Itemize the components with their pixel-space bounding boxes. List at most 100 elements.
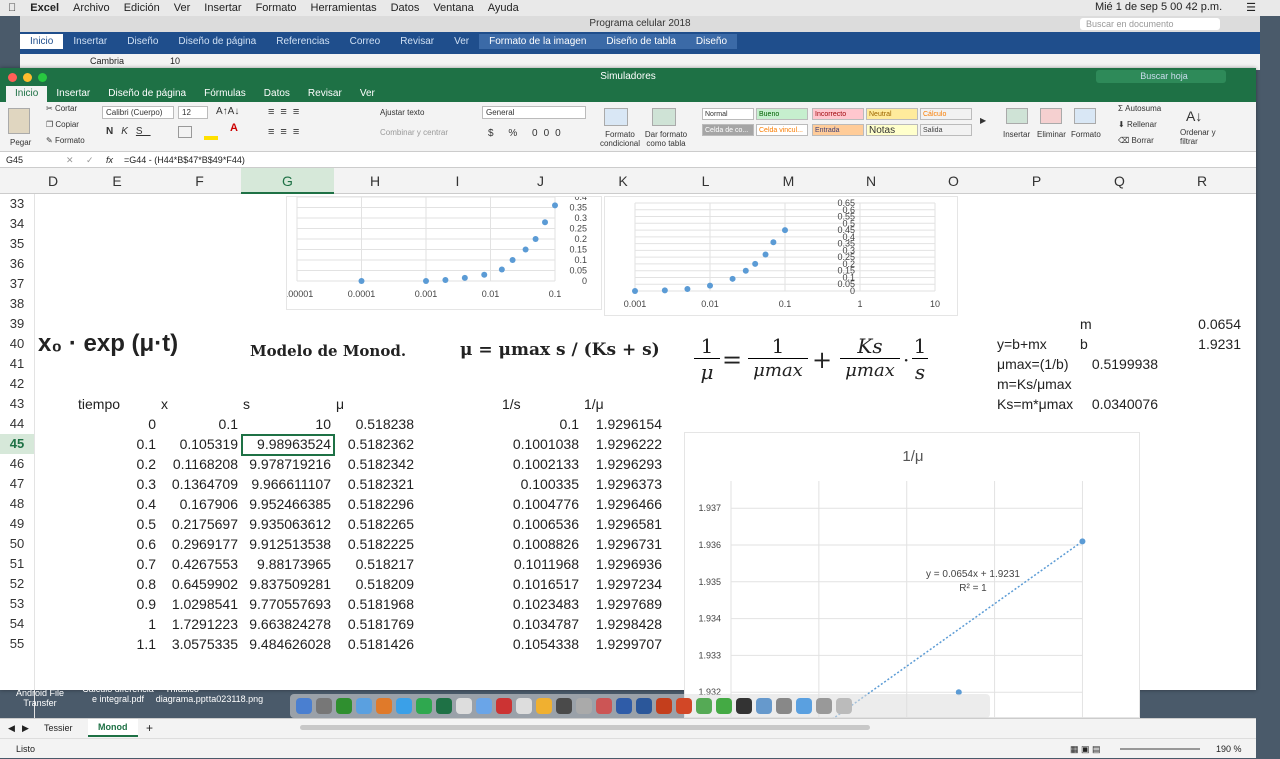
sheet-search-input[interactable]: Buscar hoja <box>1096 70 1226 83</box>
bg-tab-diseno-pagina[interactable]: Diseño de página <box>168 34 266 49</box>
table-cell[interactable]: 9.952466385 <box>241 494 331 514</box>
style-entrada[interactable]: Entrada <box>812 124 864 136</box>
wrap-text-button[interactable]: Ajustar texto <box>380 108 424 117</box>
insert-cells-button[interactable]: Insertar <box>1003 130 1030 139</box>
table-format-icon[interactable] <box>652 108 676 126</box>
table-cell[interactable]: 0.5182362 <box>334 434 414 454</box>
dock-app-icon[interactable] <box>616 698 632 714</box>
horizontal-scrollbar[interactable] <box>300 725 870 730</box>
row-header-40[interactable]: 40 <box>0 334 34 354</box>
clear-button[interactable]: ⌫ Borrar <box>1118 136 1154 145</box>
header-inv-s[interactable]: 1/s <box>502 394 582 414</box>
table-cell[interactable]: 1.9298428 <box>582 614 662 634</box>
column-header-R[interactable]: R <box>1161 168 1243 194</box>
dock-app-icon[interactable] <box>516 698 532 714</box>
row-header-33[interactable]: 33 <box>0 194 34 214</box>
tab-formulas[interactable]: Fórmulas <box>195 86 255 102</box>
table-cell[interactable]: 9.770557693 <box>241 594 331 614</box>
menu-ventana[interactable]: Ventana <box>433 2 473 14</box>
cut-button[interactable]: ✂ Cortar <box>46 104 77 113</box>
dock-app-icon[interactable] <box>576 698 592 714</box>
menu-archivo[interactable]: Archivo <box>73 2 110 14</box>
table-cell[interactable]: 1.9297689 <box>582 594 662 614</box>
table-cell[interactable]: 1.9299707 <box>582 634 662 654</box>
dock-app-icon[interactable] <box>456 698 472 714</box>
dock-app-icon[interactable] <box>676 698 692 714</box>
table-cell[interactable]: 1 <box>76 614 156 634</box>
menu-list-icon[interactable]: ☰ <box>1246 1 1256 14</box>
tab-datos[interactable]: Datos <box>255 86 299 102</box>
paste-button[interactable]: Pegar <box>10 138 31 147</box>
label-mks[interactable]: m=Ks/μmax <box>997 374 1077 394</box>
bg-tab-inicio[interactable]: Inicio <box>20 34 64 49</box>
row-header-50[interactable]: 50 <box>0 534 34 554</box>
chart-log-1[interactable]: 00.050.10.150.20.250.30.350.40.000010.00… <box>281 192 602 310</box>
column-header-I[interactable]: I <box>416 168 499 194</box>
row-header-51[interactable]: 51 <box>0 554 34 574</box>
delete-cells-icon[interactable] <box>1040 108 1062 124</box>
view-icons[interactable]: ▦ ▣ ▤ <box>1070 739 1101 759</box>
table-cell[interactable]: 0.105319 <box>158 434 238 454</box>
zoom-slider[interactable] <box>1120 748 1200 750</box>
menu-formato[interactable]: Formato <box>256 2 297 14</box>
style-salida[interactable]: Salida <box>920 124 972 136</box>
bg-tab-diseno[interactable]: Diseño <box>117 34 168 49</box>
table-format-button[interactable]: Dar formato como tabla <box>644 130 688 148</box>
conditional-format-button[interactable]: Formato condicional <box>598 130 642 148</box>
column-header-H[interactable]: H <box>334 168 416 194</box>
row-header-41[interactable]: 41 <box>0 354 34 374</box>
tab-revisar[interactable]: Revisar <box>299 86 351 102</box>
dock-app-icon[interactable] <box>416 698 432 714</box>
table-cell[interactable]: 1.9296581 <box>582 514 662 534</box>
menu-ver[interactable]: Ver <box>174 2 191 14</box>
table-cell[interactable]: 0.6459902 <box>158 574 238 594</box>
label-mumax[interactable]: μmax=(1/b) <box>997 354 1077 374</box>
align-top-icons[interactable]: ≡≡≡ <box>268 106 305 118</box>
tab-diseno-pagina[interactable]: Diseño de página <box>99 86 195 102</box>
format-cells-button[interactable]: Formato <box>1071 130 1101 139</box>
style-notas[interactable]: Notas <box>866 124 918 136</box>
bg-tab-diseno-tabla[interactable]: Diseño de tabla <box>596 34 686 49</box>
table-cell[interactable]: 0.4 <box>76 494 156 514</box>
table-cell[interactable]: 0.2175697 <box>158 514 238 534</box>
desktop-file-android[interactable]: Android File Transfer <box>8 688 72 708</box>
insert-cells-icon[interactable] <box>1006 108 1028 124</box>
dock-app-icon[interactable] <box>596 698 612 714</box>
table-cell[interactable]: 0.1006536 <box>499 514 579 534</box>
table-cell[interactable]: 0.1023483 <box>499 594 579 614</box>
fill-color-icon[interactable] <box>204 136 218 140</box>
table-cell[interactable]: 0.1 <box>76 434 156 454</box>
label-b[interactable]: b <box>1080 334 1140 354</box>
row-header-38[interactable]: 38 <box>0 294 34 314</box>
row-header-42[interactable]: 42 <box>0 374 34 394</box>
dock-app-icon[interactable] <box>496 698 512 714</box>
label-m[interactable]: m <box>1080 314 1140 334</box>
bg-tab-referencias[interactable]: Referencias <box>266 34 339 49</box>
row-header-34[interactable]: 34 <box>0 214 34 234</box>
sort-filter-button[interactable]: Ordenar y filtrar <box>1180 128 1220 146</box>
row-header-54[interactable]: 54 <box>0 614 34 634</box>
format-cells-icon[interactable] <box>1074 108 1096 124</box>
dock-app-icon[interactable] <box>636 698 652 714</box>
table-cell[interactable]: 1.1 <box>76 634 156 654</box>
row-header-53[interactable]: 53 <box>0 594 34 614</box>
table-cell[interactable]: 0.5182296 <box>334 494 414 514</box>
style-incorrecto[interactable]: Incorrecto <box>812 108 864 120</box>
row-header-47[interactable]: 47 <box>0 474 34 494</box>
table-cell[interactable]: 0.7 <box>76 554 156 574</box>
bg-size[interactable]: 10 <box>170 56 180 66</box>
style-celda-vinculada[interactable]: Celda vincul... <box>756 124 808 136</box>
column-header-L[interactable]: L <box>664 168 747 194</box>
table-cell[interactable]: 0.1 <box>499 414 579 434</box>
dock-app-icon[interactable] <box>436 698 452 714</box>
table-cell[interactable]: 0.1364709 <box>158 474 238 494</box>
table-cell[interactable]: 0.3 <box>76 474 156 494</box>
style-neutral[interactable]: Neutral <box>866 108 918 120</box>
dock-app-icon[interactable] <box>556 698 572 714</box>
dock-app-icon[interactable] <box>796 698 812 714</box>
font-size-select[interactable]: 12 <box>178 106 208 119</box>
table-cell[interactable]: 0.8 <box>76 574 156 594</box>
font-grow-icon[interactable]: A↑A↓ <box>216 106 239 117</box>
bg-tab-insertar[interactable]: Insertar <box>63 34 117 49</box>
table-cell[interactable]: 9.935063612 <box>241 514 331 534</box>
